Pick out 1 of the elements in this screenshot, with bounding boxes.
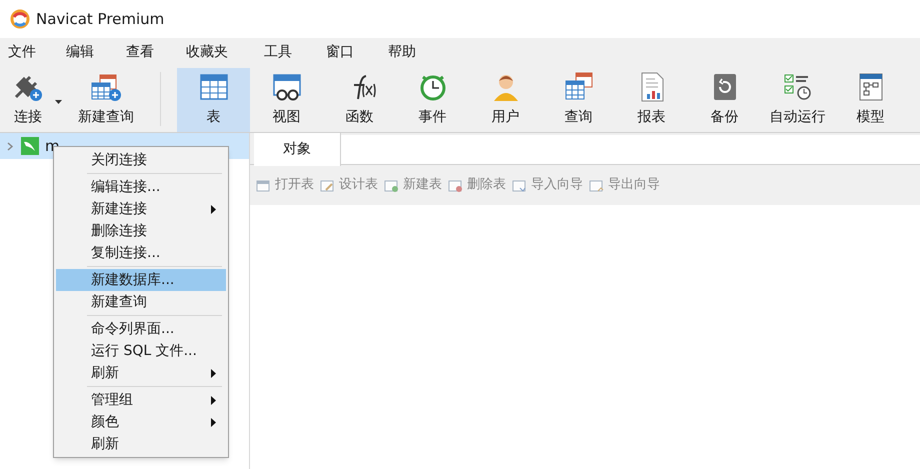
window-title: Navicat Premium (36, 8, 164, 30)
